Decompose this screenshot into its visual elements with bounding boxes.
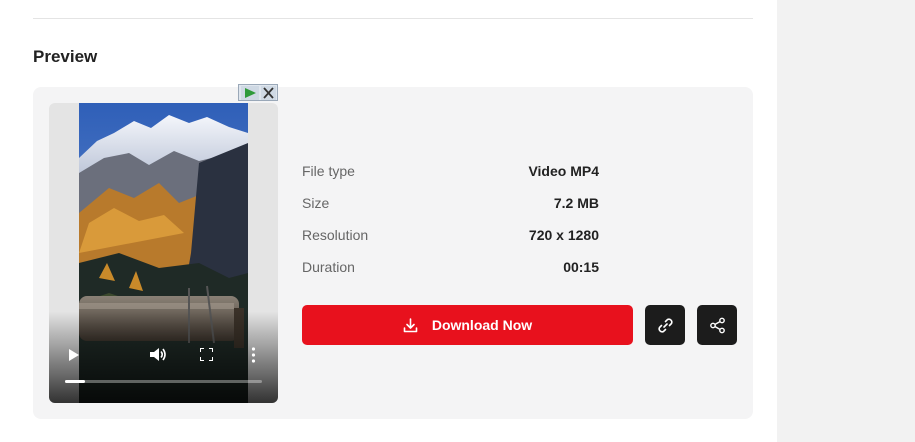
progress-bar[interactable] <box>65 380 262 383</box>
duration-value: 00:15 <box>563 259 599 275</box>
share-icon <box>709 317 725 333</box>
download-button[interactable]: Download Now <box>302 305 633 345</box>
volume-icon[interactable] <box>150 347 167 362</box>
size-label: Size <box>302 195 330 211</box>
fullscreen-icon[interactable] <box>200 348 213 361</box>
play-icon[interactable] <box>69 349 79 361</box>
section-title: Preview <box>33 47 98 66</box>
resolution-label: Resolution <box>302 227 369 243</box>
ad-badge[interactable] <box>238 84 278 101</box>
file-type-label: File type <box>302 163 355 179</box>
copy-link-button[interactable] <box>645 305 685 345</box>
content-card: Preview File type Video MP4 Size 7.2 MB … <box>0 0 777 442</box>
download-icon <box>403 317 418 332</box>
more-options-icon[interactable] <box>250 347 257 363</box>
share-button[interactable] <box>697 305 737 345</box>
ad-close-icon[interactable] <box>261 86 276 100</box>
resolution-value: 720 x 1280 <box>528 227 599 243</box>
divider <box>33 18 753 19</box>
download-button-label: Download Now <box>431 317 533 333</box>
file-type-value: Video MP4 <box>528 163 599 179</box>
size-value: 7.2 MB <box>553 195 599 211</box>
progress-fill <box>65 380 85 383</box>
link-icon <box>657 317 673 333</box>
ad-play-icon[interactable] <box>241 86 259 100</box>
video-player[interactable] <box>49 103 278 403</box>
duration-label: Duration <box>302 259 355 275</box>
